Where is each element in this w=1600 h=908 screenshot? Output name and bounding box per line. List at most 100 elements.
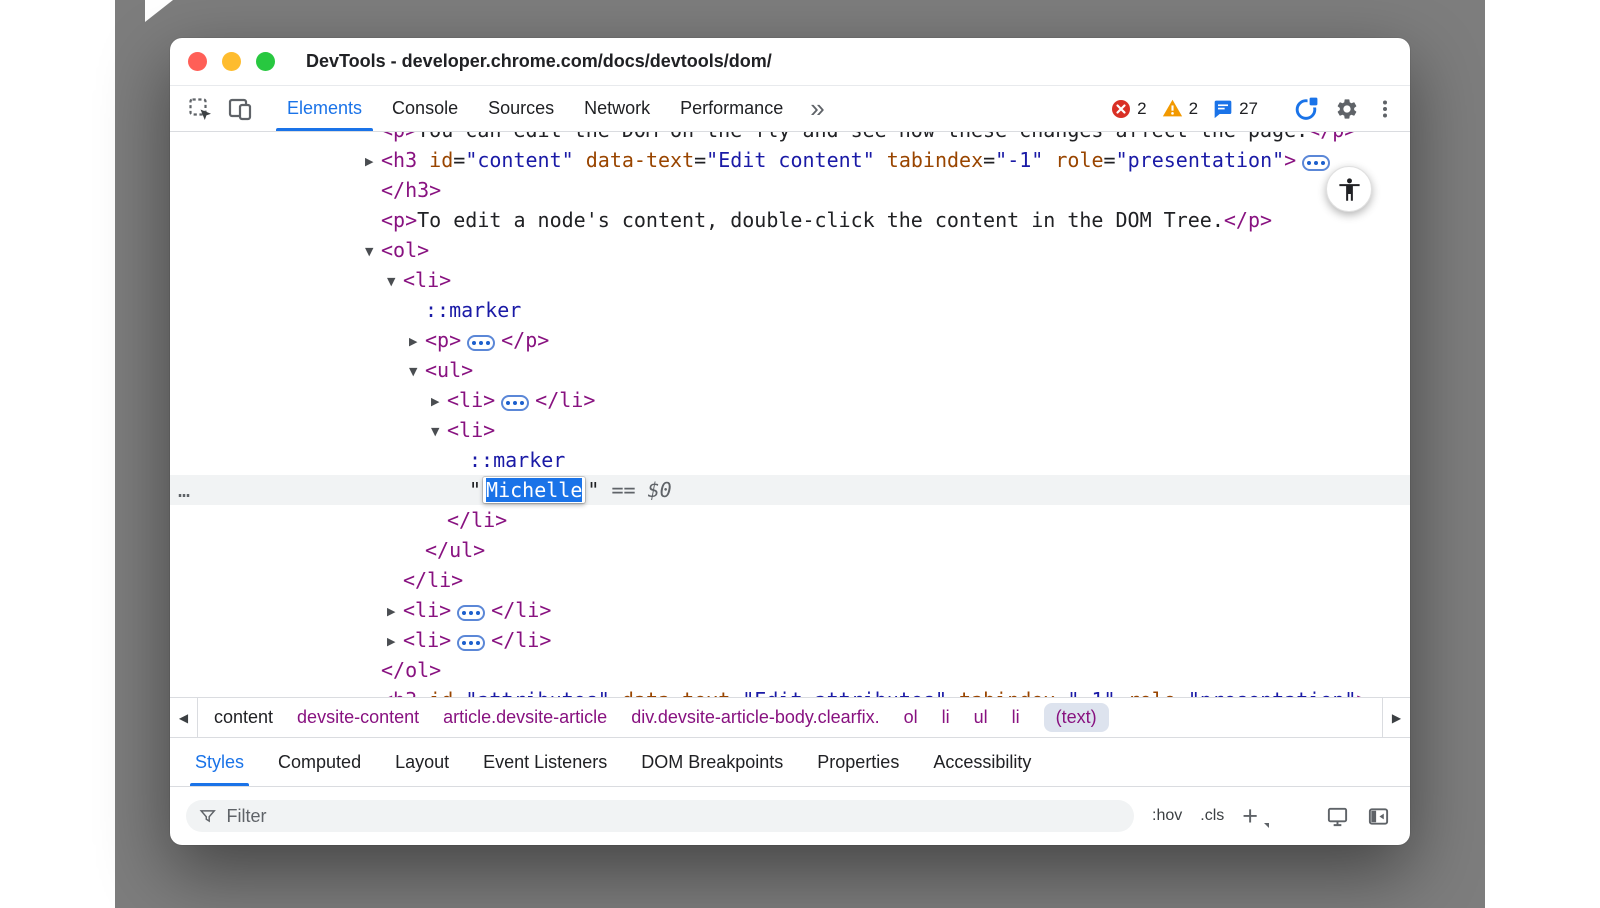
expand-ellipsis-button[interactable] [467, 335, 495, 351]
token-val: "Edit attributes" [742, 688, 947, 697]
warning-badge[interactable]: 2 [1162, 98, 1198, 119]
token-tag: <p> [381, 208, 417, 232]
token-val: "attributes" [465, 688, 610, 697]
breadcrumb-item-article-devsite-article[interactable]: article.devsite-article [443, 707, 607, 728]
breadcrumb-item-text[interactable]: (text) [1044, 703, 1109, 732]
dom-tree-row-13[interactable]: </li> [170, 505, 1410, 535]
row-actions-icon[interactable]: … [178, 475, 191, 505]
breadcrumb-scroll-left-button[interactable]: ◀ [170, 698, 198, 737]
toolbar-status-area: 2 2 27 [1111, 86, 1410, 131]
rendering-emulation-button[interactable] [1326, 805, 1349, 828]
disclosure-arrow[interactable]: ▼ [431, 417, 447, 447]
more-tabs-button[interactable]: » [798, 86, 836, 131]
dom-tree-row-0[interactable]: <p>You can edit the DOM on the fly and s… [170, 132, 1410, 145]
tab-event-listeners[interactable]: Event Listeners [466, 738, 624, 786]
filter-input[interactable] [226, 806, 1121, 827]
breadcrumb-item-content[interactable]: content [214, 707, 273, 728]
dom-tree-row-12[interactable]: …"Michelle" == $0 [170, 475, 1410, 505]
disclosure-arrow[interactable]: ▼ [387, 267, 403, 297]
disclosure-arrow[interactable]: ▶ [365, 147, 381, 177]
inline-text-editor[interactable]: Michelle [483, 477, 585, 503]
element-classes-button[interactable]: .cls [1200, 807, 1224, 825]
update-notification-button[interactable] [1293, 95, 1320, 122]
tab-performance[interactable]: Performance [665, 86, 798, 131]
disclosure-arrow[interactable]: ▶ [431, 387, 447, 417]
disclosure-arrow[interactable]: ▶ [387, 597, 403, 627]
tab-styles[interactable]: Styles [178, 738, 261, 786]
window-title: DevTools - developer.chrome.com/docs/dev… [306, 51, 772, 72]
toolbar-tabs: ElementsConsoleSourcesNetworkPerformance [272, 86, 798, 131]
disclosure-arrow[interactable]: ▼ [365, 237, 381, 267]
expand-ellipsis-button[interactable] [1302, 155, 1330, 171]
tab-accessibility[interactable]: Accessibility [916, 738, 1048, 786]
dom-tree-row-18[interactable]: </ol> [170, 655, 1410, 685]
tab-network[interactable]: Network [569, 86, 665, 131]
inspect-element-button[interactable] [180, 86, 220, 131]
disclosure-arrow[interactable]: ▶ [409, 327, 425, 357]
settings-button[interactable] [1335, 97, 1359, 121]
breadcrumb-item-ul[interactable]: ul [974, 707, 988, 728]
error-badge[interactable]: 2 [1111, 99, 1146, 119]
dom-tree-row-2[interactable]: </h3> [170, 175, 1410, 205]
tab-elements[interactable]: Elements [272, 86, 377, 131]
zoom-button[interactable] [256, 52, 275, 71]
dom-tree-row-5[interactable]: ▼<li> [170, 265, 1410, 295]
token-val: "content" [465, 148, 573, 172]
disclosure-arrow[interactable]: ▶ [387, 627, 403, 657]
tab-sources[interactable]: Sources [473, 86, 569, 131]
expand-ellipsis-button[interactable] [501, 395, 529, 411]
gear-icon [1335, 97, 1359, 121]
close-button[interactable] [188, 52, 207, 71]
messages-badge[interactable]: 27 [1213, 99, 1258, 119]
breadcrumb-scroll-right-button[interactable]: ▶ [1382, 698, 1410, 737]
tab-console[interactable]: Console [377, 86, 473, 131]
dom-tree-row-17[interactable]: ▶<li></li> [170, 625, 1410, 655]
dom-tree-row-16[interactable]: ▶<li></li> [170, 595, 1410, 625]
device-toolbar-button[interactable] [220, 86, 260, 131]
tab-layout[interactable]: Layout [378, 738, 466, 786]
token-tag: <li> [403, 268, 451, 292]
dom-tree-row-9[interactable]: ▶<li></li> [170, 385, 1410, 415]
expand-ellipsis-button[interactable] [457, 635, 485, 651]
toggle-element-state-button[interactable]: :hov [1152, 807, 1182, 825]
breadcrumb-item-div-devsite-article-body-clearfix[interactable]: div.devsite-article-body.clearfix. [631, 707, 879, 728]
dom-tree-row-15[interactable]: </li> [170, 565, 1410, 595]
dom-tree-row-19[interactable]: ▶<h3 id="attributes" data-text="Edit att… [170, 685, 1410, 697]
token-val: "Edit content" [706, 148, 875, 172]
breadcrumb-item-li[interactable]: li [1012, 707, 1020, 728]
dom-tree-row-6[interactable]: ::marker [170, 295, 1410, 325]
filter-funnel-icon [199, 807, 216, 825]
dom-tree-row-4[interactable]: ▼<ol> [170, 235, 1410, 265]
minimize-button[interactable] [222, 52, 241, 71]
tab-properties[interactable]: Properties [800, 738, 916, 786]
dom-tree-row-7[interactable]: ▶<p></p> [170, 325, 1410, 355]
disclosure-arrow[interactable]: ▶ [365, 687, 381, 697]
dom-tree-row-11[interactable]: ::marker [170, 445, 1410, 475]
more-options-button[interactable] [1374, 98, 1396, 120]
accessibility-overlay-button[interactable] [1326, 166, 1372, 212]
new-style-rule-button[interactable]: + [1242, 803, 1266, 830]
breadcrumb-item-li[interactable]: li [942, 707, 950, 728]
breadcrumb-item-ol[interactable]: ol [904, 707, 918, 728]
dom-tree-row-3[interactable]: <p>To edit a node's content, double-clic… [170, 205, 1410, 235]
filter-pill[interactable] [186, 800, 1134, 832]
token-plain: You can edit the DOM on the fly and see … [417, 132, 1308, 142]
devtools-window: DevTools - developer.chrome.com/docs/dev… [170, 38, 1410, 845]
dom-tree-row-14[interactable]: </ul> [170, 535, 1410, 565]
tab-computed[interactable]: Computed [261, 738, 378, 786]
dom-tree-row-1[interactable]: ▶<h3 id="content" data-text="Edit conten… [170, 145, 1410, 175]
disclosure-arrow[interactable]: ▼ [409, 357, 425, 387]
token-plain: = [983, 148, 995, 172]
dom-tree-row-8[interactable]: ▼<ul> [170, 355, 1410, 385]
token-tag: </li> [403, 568, 463, 592]
dom-tree-row-10[interactable]: ▼<li> [170, 415, 1410, 445]
token-plain: = [1055, 688, 1067, 697]
tab-dom-breakpoints[interactable]: DOM Breakpoints [624, 738, 800, 786]
token-tag: <li> [403, 598, 451, 622]
toggle-sidebar-button[interactable] [1367, 805, 1390, 828]
breadcrumb-item-devsite-content[interactable]: devsite-content [297, 707, 419, 728]
expand-ellipsis-button[interactable] [457, 605, 485, 621]
token-plain: " [587, 478, 611, 502]
token-plain: = [730, 688, 742, 697]
token-tag: <li> [447, 388, 495, 412]
